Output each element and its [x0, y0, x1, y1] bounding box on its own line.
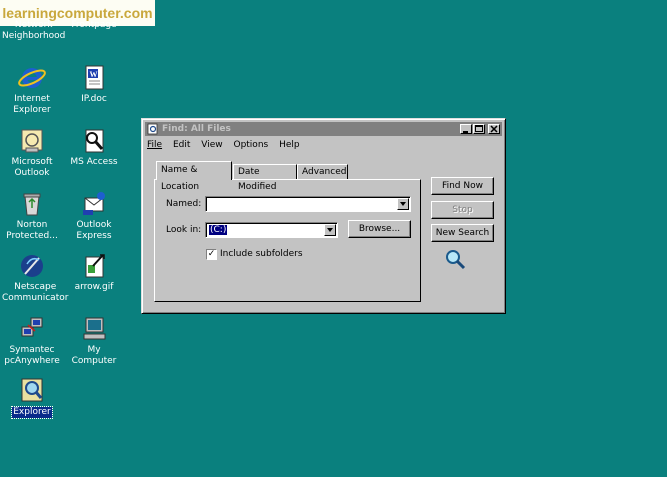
magnifier-icon [446, 250, 466, 270]
desktop-icon-internet-explorer[interactable]: Internet Explorer [1, 64, 63, 116]
find-window: Find: All Files File Edit View Options H… [141, 118, 506, 314]
named-label: Named: [166, 199, 202, 209]
minimize-button[interactable] [460, 124, 472, 134]
desktop-icon-label: Microsoft Outlook [11, 157, 53, 178]
look-in-label: Look in: [166, 225, 202, 235]
desktop-icon-outlook-express[interactable]: Outlook Express [63, 190, 125, 242]
named-combobox[interactable] [205, 196, 411, 212]
desktop-icon-netscape-communicator[interactable]: Netscape Communicator [1, 252, 68, 304]
netscape-icon [21, 255, 43, 277]
maximize-button[interactable] [473, 124, 485, 134]
explorer-icon [21, 378, 43, 402]
desktop-icon-frontpage[interactable]: Frontpage [63, 20, 125, 31]
desktop-icon-label: My Computer [71, 345, 117, 366]
my-computer-icon [83, 317, 106, 340]
desktop-icon-ip-doc[interactable]: W IP.doc [63, 64, 125, 105]
svg-text:W: W [90, 70, 98, 79]
recycle-bin-icon [23, 193, 41, 216]
access-icon [85, 129, 104, 153]
title-bar[interactable]: Find: All Files [145, 122, 502, 136]
include-subfolders-checkbox[interactable]: ✓ [206, 249, 217, 260]
desktop-icon-label: Internet Explorer [13, 94, 51, 115]
find-now-button[interactable]: Find Now [431, 177, 494, 195]
desktop-icon-symantec-pcanywhere[interactable]: Symantec pcAnywhere [1, 315, 63, 367]
close-button[interactable] [488, 124, 500, 134]
close-icon [490, 125, 498, 133]
menu-options[interactable]: Options [233, 140, 268, 150]
look-in-combobox[interactable]: (C:) [205, 222, 338, 238]
minimize-icon [463, 131, 468, 133]
desktop-icon-label: Network Neighborhood [2, 20, 66, 41]
desktop-icon-label: Outlook Express [76, 220, 112, 241]
tab-date-modified[interactable]: Date Modified [233, 164, 297, 192]
desktop-icon-label: Symantec pcAnywhere [4, 345, 60, 366]
desktop-icon-label: IP.doc [81, 94, 107, 104]
menu-bar: File Edit View Options Help [147, 138, 308, 152]
outlook-express-icon [83, 192, 105, 215]
look-in-value: (C:) [207, 224, 229, 236]
desktop-icon-norton-protected[interactable]: Norton Protected... [1, 190, 63, 242]
desktop-icon-label: Norton Protected... [6, 220, 58, 241]
desktop-icon-label: arrow.gif [74, 282, 114, 292]
outlook-icon [21, 129, 43, 153]
internet-explorer-icon [18, 68, 46, 88]
maximize-icon [475, 125, 483, 132]
window-title: Find: All Files [162, 124, 231, 134]
desktop-icon-ms-access[interactable]: MS Access [63, 127, 125, 168]
desktop-icon-arrow-gif[interactable]: arrow.gif [63, 252, 125, 293]
desktop-icon-explorer[interactable]: Explorer [1, 377, 63, 419]
desktop-icon-microsoft-outlook[interactable]: Microsoft Outlook [1, 127, 63, 179]
menu-edit[interactable]: Edit [173, 140, 190, 150]
named-dropdown-button[interactable] [397, 198, 409, 210]
menu-file[interactable]: File [147, 140, 162, 150]
find-window-icon [147, 123, 158, 135]
tab-name-location[interactable]: Name & Location [156, 161, 232, 192]
menu-view[interactable]: View [201, 140, 222, 150]
include-subfolders-label: Include subfolders [220, 249, 303, 259]
word-document-icon: W [85, 65, 104, 90]
look-in-dropdown-button[interactable] [324, 224, 336, 236]
desktop-icon-my-computer[interactable]: My Computer [63, 315, 125, 367]
desktop-icon-label: Netscape Communicator [2, 282, 69, 303]
pcanywhere-icon [21, 317, 43, 337]
desktop-icon-label: Frontpage [71, 20, 117, 30]
image-file-icon [85, 254, 105, 278]
new-search-button[interactable]: New Search [431, 224, 494, 242]
desktop-icon-network-neighborhood[interactable]: Network Neighborhood [1, 20, 66, 42]
tab-advanced[interactable]: Advanced [297, 164, 348, 179]
desktop-icon-label: Explorer [11, 406, 53, 419]
menu-help[interactable]: Help [279, 140, 300, 150]
stop-button[interactable]: Stop [431, 201, 494, 219]
tab-panel: Named: Look in: (C:) Browse... ✓ Include… [154, 179, 421, 302]
desktop-icon-label: MS Access [70, 157, 118, 167]
browse-button[interactable]: Browse... [348, 220, 411, 238]
